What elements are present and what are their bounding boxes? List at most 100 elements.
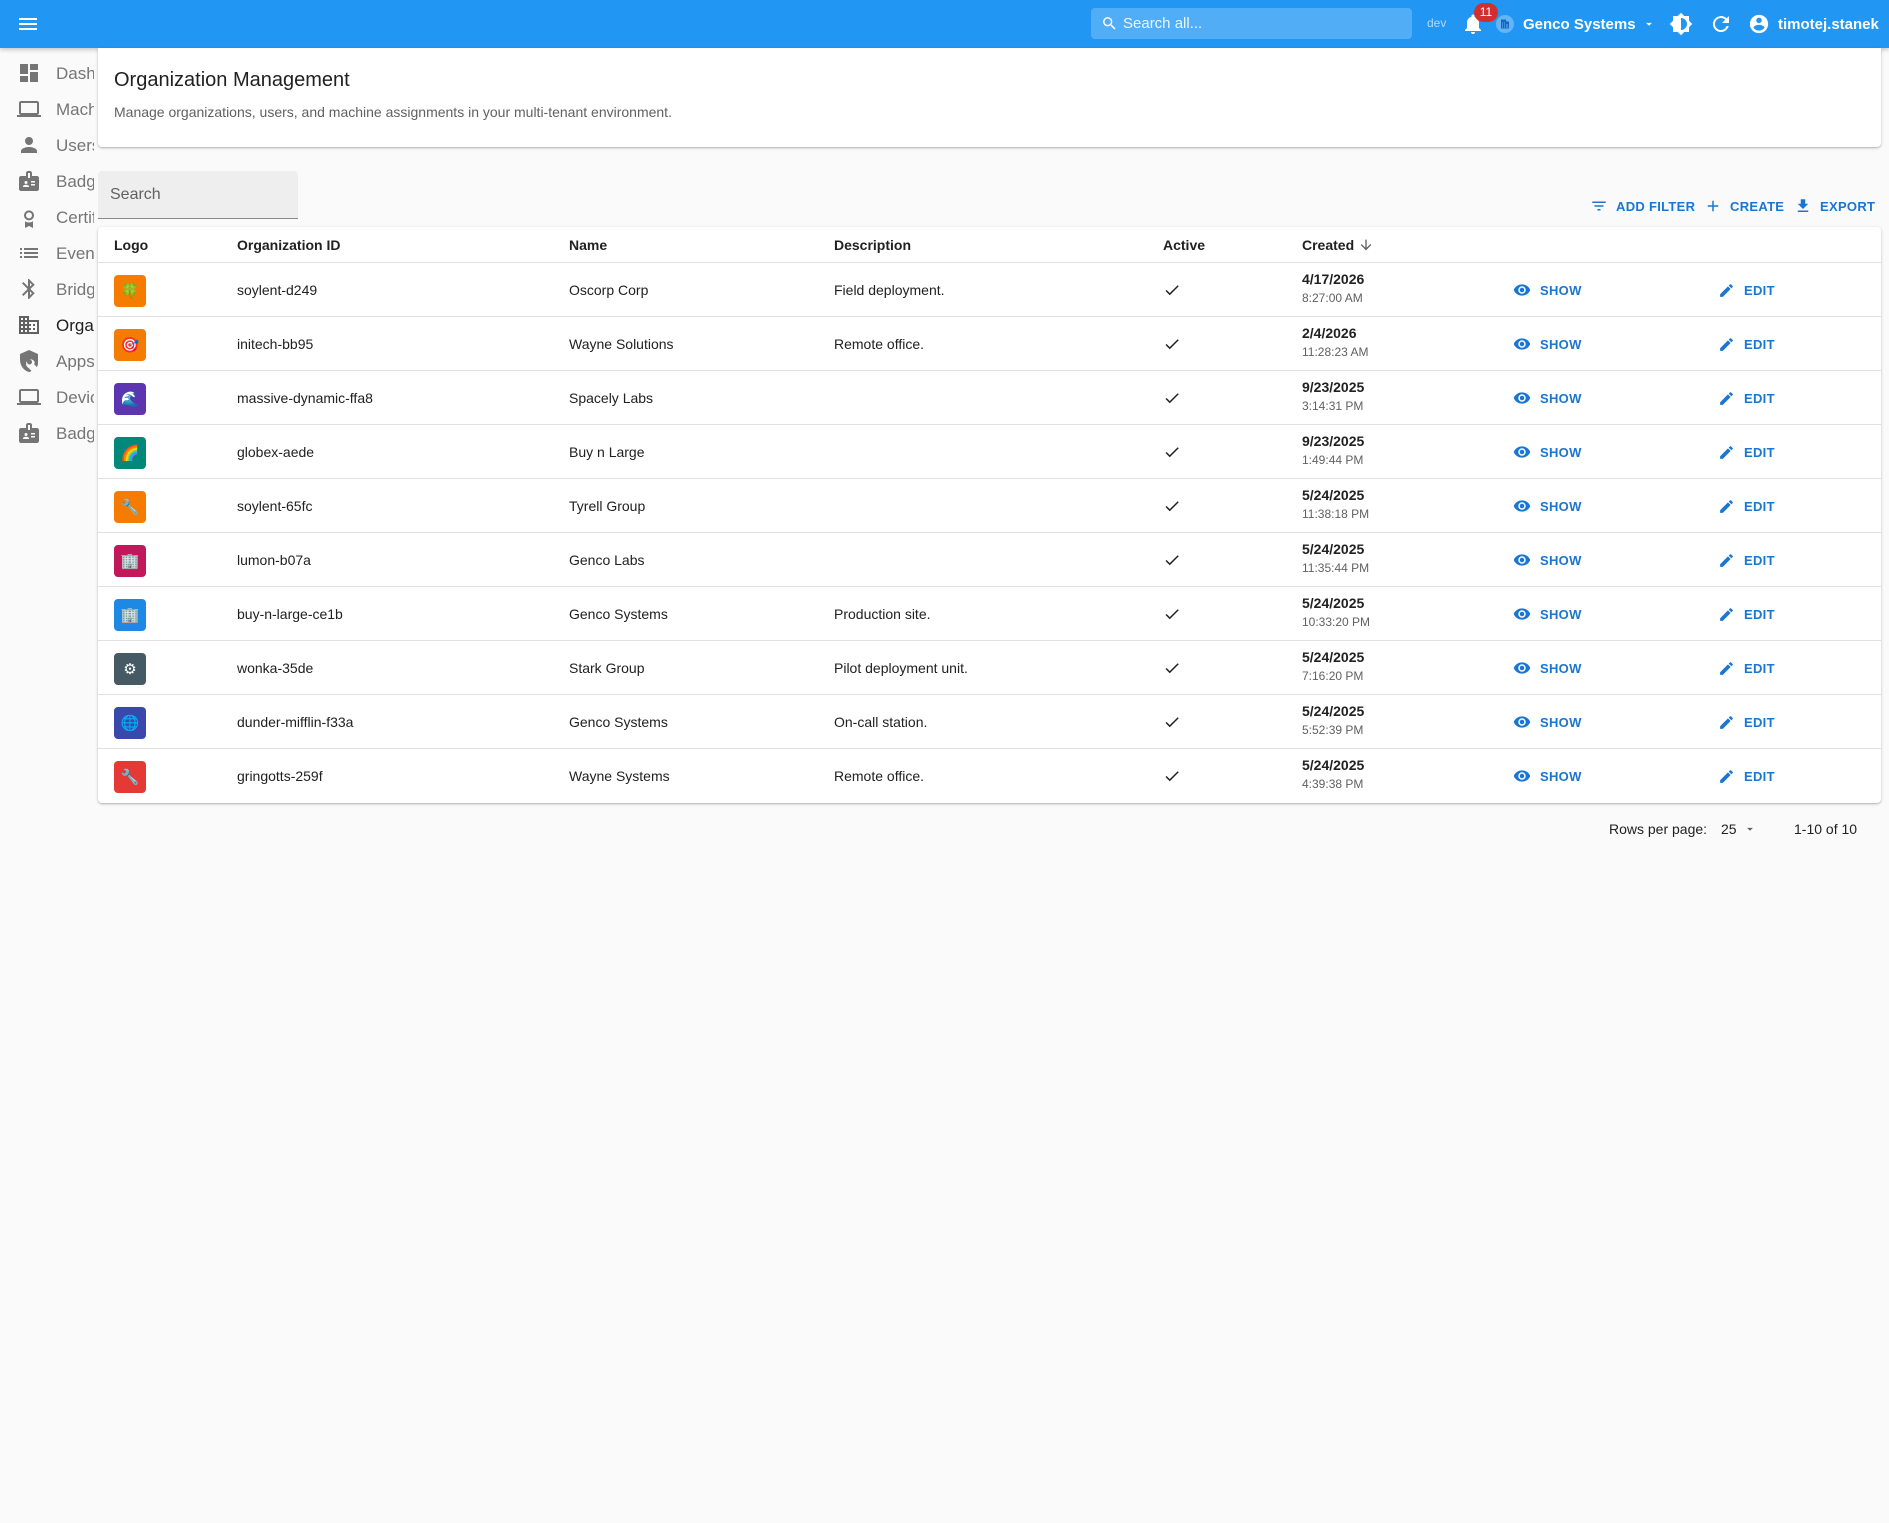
organization-logo: 🔧 — [114, 761, 146, 793]
eye-icon — [1513, 389, 1540, 407]
show-button[interactable]: SHOW — [1513, 767, 1582, 785]
rows-per-page-select[interactable]: 25 — [1721, 819, 1757, 839]
eye-icon — [1513, 713, 1540, 731]
organization-description: Remote office. — [834, 768, 925, 784]
organization-description: Remote office. — [834, 336, 925, 352]
badge-icon — [17, 169, 41, 193]
menu-icon[interactable] — [16, 12, 40, 36]
edit-button[interactable]: EDIT — [1718, 659, 1775, 677]
dashboard-icon — [17, 61, 41, 85]
edit-icon — [1718, 552, 1744, 569]
sidebar-item-users[interactable]: Users — [0, 127, 94, 163]
env-label: dev — [1427, 16, 1447, 30]
global-search[interactable] — [1091, 8, 1412, 39]
user-menu[interactable]: timotej.stanek — [1748, 12, 1879, 36]
table-row[interactable]: 🌈 globex-aede Buy n Large 9/23/2025 1:49:44 … — [98, 425, 1881, 479]
bluetooth-icon — [17, 277, 41, 301]
edit-button[interactable]: EDIT — [1718, 767, 1775, 785]
table-row[interactable]: 🍀 soylent-d249 Oscorp Corp Field deployment… — [98, 263, 1881, 317]
sidebar-item-devices[interactable]: Devices — [0, 379, 94, 415]
table-row[interactable]: ⚙ wonka-35de Stark Group Pilot deployment u… — [98, 641, 1881, 695]
download-icon — [1794, 197, 1820, 215]
column-created[interactable]: Created — [1302, 237, 1374, 253]
table-row[interactable]: 🎯 initech-bb95 Wayne Solutions Remote offic… — [98, 317, 1881, 371]
organization-id: buy-n-large-ce1b — [237, 606, 343, 622]
eye-icon — [1513, 659, 1540, 677]
edit-icon — [1718, 606, 1744, 623]
check-icon — [1163, 551, 1181, 569]
page-header: Organization Management Manage organizat… — [98, 48, 1881, 147]
sidebar-item-apps[interactable]: Apps — [0, 343, 94, 379]
create-button[interactable]: CREATE — [1704, 195, 1784, 217]
search-icon — [1101, 15, 1118, 32]
organization-name: Buy n Large — [569, 444, 645, 460]
show-button[interactable]: SHOW — [1513, 551, 1582, 569]
show-button[interactable]: SHOW — [1513, 659, 1582, 677]
organization-logo: 🍀 — [114, 275, 146, 307]
column-active[interactable]: Active — [1163, 237, 1205, 253]
sidebar-item-organizations[interactable]: Organizations — [0, 307, 94, 343]
eye-icon — [1513, 335, 1540, 353]
show-button[interactable]: SHOW — [1513, 713, 1582, 731]
edit-button[interactable]: EDIT — [1718, 713, 1775, 731]
organization-id: lumon-b07a — [237, 552, 311, 568]
notification-badge: 11 — [1474, 3, 1498, 22]
edit-icon — [1718, 498, 1744, 515]
certificate-icon — [17, 205, 41, 229]
organization-logo: 🔧 — [114, 491, 146, 523]
edit-button[interactable]: EDIT — [1718, 605, 1775, 623]
sidebar-item-events[interactable]: Events — [0, 235, 94, 271]
created-date: 9/23/2025 — [1302, 379, 1365, 395]
created-time: 10:33:20 PM — [1302, 615, 1371, 629]
refresh-icon[interactable] — [1709, 12, 1733, 36]
export-button[interactable]: EXPORT — [1794, 195, 1875, 217]
show-button[interactable]: SHOW — [1513, 443, 1582, 461]
sidebar-item-badges[interactable]: Badges — [0, 163, 94, 199]
sidebar-item-machines[interactable]: Machines — [0, 91, 94, 127]
edit-button[interactable]: EDIT — [1718, 281, 1775, 299]
organization-logo: 🏢 — [114, 545, 146, 577]
add-filter-button[interactable]: ADD FILTER — [1590, 195, 1695, 217]
sidebar-item-badges-2[interactable]: Badges — [0, 415, 94, 451]
list-search[interactable] — [98, 171, 298, 219]
organization-id: soylent-d249 — [237, 282, 318, 298]
edit-button[interactable]: EDIT — [1718, 551, 1775, 569]
brightness-icon[interactable] — [1669, 12, 1693, 36]
created-date: 2/4/2026 — [1302, 325, 1357, 341]
show-button[interactable]: SHOW — [1513, 281, 1582, 299]
filter-icon — [1590, 197, 1616, 215]
column-description[interactable]: Description — [834, 237, 911, 253]
edit-button[interactable]: EDIT — [1718, 443, 1775, 461]
list-search-input[interactable] — [110, 171, 290, 219]
organization-switcher[interactable]: Genco Systems — [1496, 12, 1656, 36]
show-button[interactable]: SHOW — [1513, 389, 1582, 407]
created-date: 5/24/2025 — [1302, 541, 1365, 557]
edit-button[interactable]: EDIT — [1718, 389, 1775, 407]
edit-button[interactable]: EDIT — [1718, 335, 1775, 353]
table-row[interactable]: 🌐 dunder-mifflin-f33a Genco Systems On-call… — [98, 695, 1881, 749]
show-button[interactable]: SHOW — [1513, 335, 1582, 353]
person-icon — [17, 133, 41, 157]
created-time: 3:14:31 PM — [1302, 399, 1364, 413]
business-icon — [1496, 15, 1514, 33]
created-time: 4:39:38 PM — [1302, 777, 1364, 791]
table-row[interactable]: 🏢 lumon-b07a Genco Labs 5/24/2025 11:35:44 P… — [98, 533, 1881, 587]
policy-icon — [17, 349, 41, 373]
organization-id: dunder-mifflin-f33a — [237, 714, 354, 730]
sidebar-item-bridges[interactable]: Bridges — [0, 271, 94, 307]
show-button[interactable]: SHOW — [1513, 605, 1582, 623]
edit-button[interactable]: EDIT — [1718, 497, 1775, 515]
sidebar-item-dashboard[interactable]: Dashboard — [0, 55, 94, 91]
table-row[interactable]: 🌊 massive-dynamic-ffa8 Spacely Labs 9/23/20… — [98, 371, 1881, 425]
table-row[interactable]: 🏢 buy-n-large-ce1b Genco Systems Production… — [98, 587, 1881, 641]
organization-description: Pilot deployment unit. — [834, 660, 968, 676]
column-organization-id[interactable]: Organization ID — [237, 237, 340, 253]
badge-icon — [17, 421, 41, 445]
column-name[interactable]: Name — [569, 237, 607, 253]
table-row[interactable]: 🔧 gringotts-259f Wayne Systems Remote offic… — [98, 749, 1881, 803]
column-logo: Logo — [114, 237, 149, 253]
global-search-input[interactable] — [1123, 8, 1403, 39]
show-button[interactable]: SHOW — [1513, 497, 1582, 515]
sidebar-item-certificates[interactable]: Certificates — [0, 199, 94, 235]
table-row[interactable]: 🔧 soylent-65fc Tyrell Group 5/24/2025 11:38:… — [98, 479, 1881, 533]
